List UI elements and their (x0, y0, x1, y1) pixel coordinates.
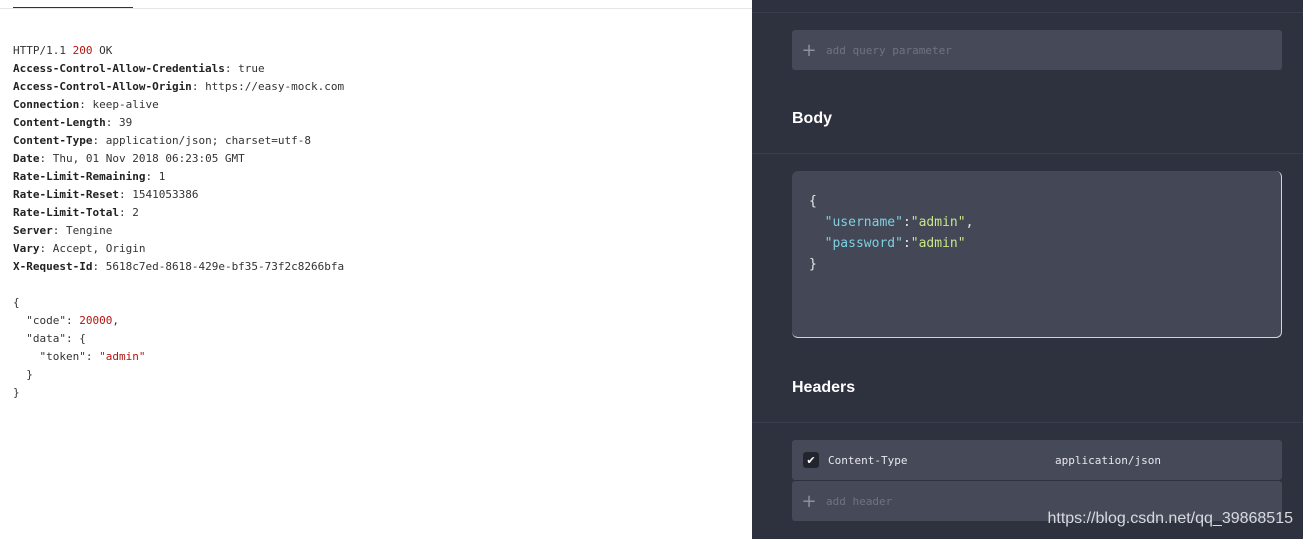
response-header-row: Access-Control-Allow-Credentials: true (13, 62, 265, 75)
divider (752, 153, 1303, 154)
response-header-row: Connection: keep-alive (13, 98, 159, 111)
body-code[interactable]: { "username":"admin", "password":"admin"… (809, 191, 973, 275)
code-value: "admin" (910, 215, 966, 230)
response-header-value: Accept, Origin (52, 242, 146, 255)
request-header-value[interactable]: application/json (1055, 454, 1161, 467)
response-header-value: true (238, 62, 265, 75)
response-header-key: Connection (13, 98, 80, 111)
response-header-value: Tengine (66, 224, 113, 237)
add-header-placeholder[interactable]: add header (826, 495, 892, 508)
response-header-key: X-Request-Id (13, 260, 93, 273)
tab-divider (0, 8, 752, 9)
json-string: "admin" (99, 350, 146, 363)
json-line: "token": "admin" (39, 350, 146, 363)
request-header-row[interactable]: ✔ Content-Type application/json (792, 440, 1282, 480)
body-editor[interactable]: { "username":"admin", "password":"admin"… (792, 171, 1282, 338)
response-header-row: Rate-Limit-Remaining: 1 (13, 170, 166, 183)
code-line: "username":"admin", (824, 215, 974, 230)
response-header-row: Server: Tengine (13, 224, 113, 237)
plus-icon[interactable]: + (792, 40, 826, 61)
code-line: } (809, 254, 973, 275)
response-header-key: Content-Type (13, 134, 93, 147)
response-header-key: Access-Control-Allow-Credentials (13, 62, 225, 75)
status-protocol: HTTP/1.1 (13, 44, 66, 57)
json-line: } (13, 384, 344, 402)
response-header-key: Date (13, 152, 40, 165)
response-header-value: https://easy-mock.com (205, 80, 345, 93)
response-header-row: Access-Control-Allow-Origin: https://eas… (13, 80, 345, 93)
status-text: OK (99, 44, 113, 57)
response-header-row: Content-Type: application/json; charset=… (13, 134, 312, 147)
response-header-row: X-Request-Id: 5618c7ed-8618-429e-bf35-73… (13, 260, 345, 273)
response-header-row: Date: Thu, 01 Nov 2018 06:23:05 GMT (13, 152, 245, 165)
code-brace: } (809, 257, 817, 272)
response-header-row: Rate-Limit-Reset: 1541053386 (13, 188, 199, 201)
response-header-key: Rate-Limit-Remaining (13, 170, 146, 183)
plus-icon[interactable]: + (792, 491, 826, 512)
json-line: { (13, 294, 344, 312)
request-header-key[interactable]: Content-Type (828, 454, 1055, 467)
json-key: "code" (26, 314, 66, 327)
json-line: } (13, 366, 344, 384)
json-key: "data" (26, 332, 66, 345)
response-header-value: 1 (158, 170, 166, 183)
json-line: "data": { (26, 332, 86, 345)
response-header-key: Rate-Limit-Total (13, 206, 119, 219)
response-header-row: Content-Length: 39 (13, 116, 133, 129)
response-header-key: Rate-Limit-Reset (13, 188, 119, 201)
response-header-key: Vary (13, 242, 40, 255)
code-brace: { (809, 194, 817, 209)
checkmark-icon[interactable]: ✔ (803, 452, 819, 468)
response-header-key: Content-Length (13, 116, 106, 129)
code-value: "admin" (910, 236, 966, 251)
response-header-row: Rate-Limit-Total: 2 (13, 206, 139, 219)
response-header-value: 2 (132, 206, 139, 219)
status-code: 200 (72, 44, 93, 57)
response-header-value: keep-alive (92, 98, 159, 111)
code-key: "username" (824, 215, 903, 230)
json-brace: } (26, 368, 33, 381)
response-header-value: application/json; charset=utf-8 (105, 134, 312, 147)
watermark: https://blog.csdn.net/qq_39868515 (1047, 510, 1293, 527)
add-query-parameter-placeholder[interactable]: add query parameter (826, 44, 952, 57)
response-header-key: Access-Control-Allow-Origin (13, 80, 192, 93)
json-number: 20000 (79, 314, 113, 327)
json-brace: } (13, 386, 20, 399)
response-header-key: Server (13, 224, 53, 237)
response-header-value: 39 (118, 116, 133, 129)
response-header-value: 5618c7ed-8618-429e-bf35-73f2c8266bfa (105, 260, 345, 273)
code-key: "password" (824, 236, 903, 251)
json-brace: { (13, 296, 20, 309)
request-panel: + add query parameter Body { "username":… (752, 0, 1303, 539)
divider (752, 12, 1303, 13)
response-header-value: 1541053386 (132, 188, 199, 201)
divider (752, 422, 1303, 423)
response-header-value: Thu, 01 Nov 2018 06:23:05 GMT (52, 152, 245, 165)
code-line: { (809, 191, 973, 212)
response-panel: HTTP/1.1 200 OK Access-Control-Allow-Cre… (0, 0, 752, 539)
status-line: HTTP/1.1 200 OK (13, 42, 344, 60)
response-output: HTTP/1.1 200 OK Access-Control-Allow-Cre… (13, 42, 344, 402)
code-line: "password":"admin" (824, 236, 966, 251)
body-section-title: Body (792, 110, 832, 127)
json-key: "token" (39, 350, 86, 363)
add-query-parameter-row[interactable]: + add query parameter (792, 30, 1282, 70)
response-header-row: Vary: Accept, Origin (13, 242, 146, 255)
json-line: "code": 20000, (26, 314, 119, 327)
headers-section-title: Headers (792, 379, 856, 396)
